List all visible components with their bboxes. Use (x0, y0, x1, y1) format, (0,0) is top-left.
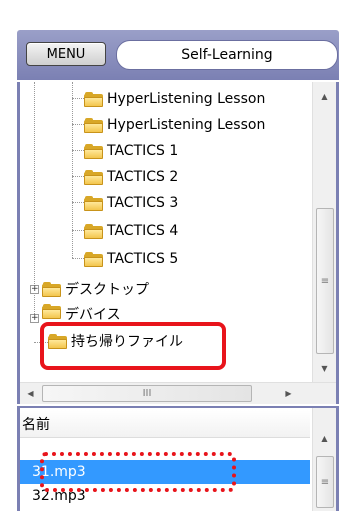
tree-guide-line (72, 202, 84, 203)
folder-icon (84, 117, 103, 133)
folder-icon (84, 169, 103, 185)
tree-item-hyperlistening-1[interactable]: HyperListening Lesson (84, 88, 265, 110)
expand-toggle[interactable]: + (30, 314, 39, 323)
scroll-right-icon[interactable]: ▶ (280, 385, 297, 402)
tree-item-label: TACTICS 1 (107, 143, 179, 159)
page-title: Self-Learning (116, 40, 338, 70)
device-folder-icon (42, 304, 61, 319)
tree-guide-line (72, 176, 84, 177)
folder-icon (42, 281, 61, 297)
column-header-name[interactable]: 名前 (20, 410, 310, 438)
folder-icon (84, 143, 103, 159)
tree-item-tactics-1[interactable]: TACTICS 1 (84, 140, 178, 162)
menu-button[interactable]: MENU (26, 42, 106, 66)
folder-icon (84, 91, 103, 107)
scroll-down-icon[interactable]: ▼ (316, 360, 333, 377)
folder-icon (84, 195, 103, 211)
scroll-thumb[interactable]: ≡ (316, 456, 334, 508)
tree-guide-line (72, 124, 84, 125)
tree-item-tactics-3[interactable]: TACTICS 3 (84, 192, 178, 214)
tree-guide-line (72, 230, 84, 231)
tree-item-label: デスクトップ (65, 282, 149, 298)
tree-item-tactics-5[interactable]: TACTICS 5 (84, 248, 178, 270)
folder-icon (84, 251, 103, 267)
folder-icon (84, 223, 103, 239)
tree-item-label: HyperListening Lesson (107, 117, 266, 133)
tree-item-label: TACTICS 2 (107, 169, 179, 185)
tree-vertical-scrollbar[interactable]: ▲ ≡ ▼ (312, 82, 336, 382)
tree-guide-line (34, 82, 35, 318)
scroll-thumb[interactable]: ≡ (316, 208, 334, 354)
highlight-takeout-folder (40, 322, 226, 370)
tree-item-device[interactable]: デバイス (42, 304, 121, 320)
highlight-selected-file (40, 452, 236, 492)
tree-guide-line (72, 82, 73, 258)
tree-item-hyperlistening-2[interactable]: HyperListening Lesson (84, 114, 265, 136)
tree-item-tactics-2[interactable]: TACTICS 2 (84, 166, 178, 188)
scroll-up-icon[interactable]: ▲ (316, 88, 333, 105)
tree-item-label: TACTICS 5 (107, 251, 179, 267)
tree-item-label: HyperListening Lesson (107, 91, 266, 107)
tree-item-label: TACTICS 3 (107, 195, 179, 211)
app-window: MENU Self-Learning HyperListening Lesson… (0, 0, 339, 511)
tree-guide-line (72, 258, 84, 259)
tree-item-label: TACTICS 4 (107, 223, 179, 239)
scroll-thumb[interactable]: III (42, 385, 252, 402)
tree-item-desktop[interactable]: デスクトップ (42, 278, 149, 300)
tree-item-tactics-4[interactable]: TACTICS 4 (84, 220, 178, 242)
tree-horizontal-scrollbar[interactable]: ◀ III ▶ (20, 382, 336, 404)
tree-guide-line (72, 98, 84, 99)
list-vertical-scrollbar[interactable]: ▲ ≡ (312, 408, 336, 511)
tree-item-label: デバイス (65, 307, 121, 320)
scroll-left-icon[interactable]: ◀ (22, 385, 39, 402)
expand-toggle[interactable]: + (30, 285, 39, 294)
scroll-up-icon[interactable]: ▲ (316, 430, 333, 447)
tree-guide-line (72, 150, 84, 151)
